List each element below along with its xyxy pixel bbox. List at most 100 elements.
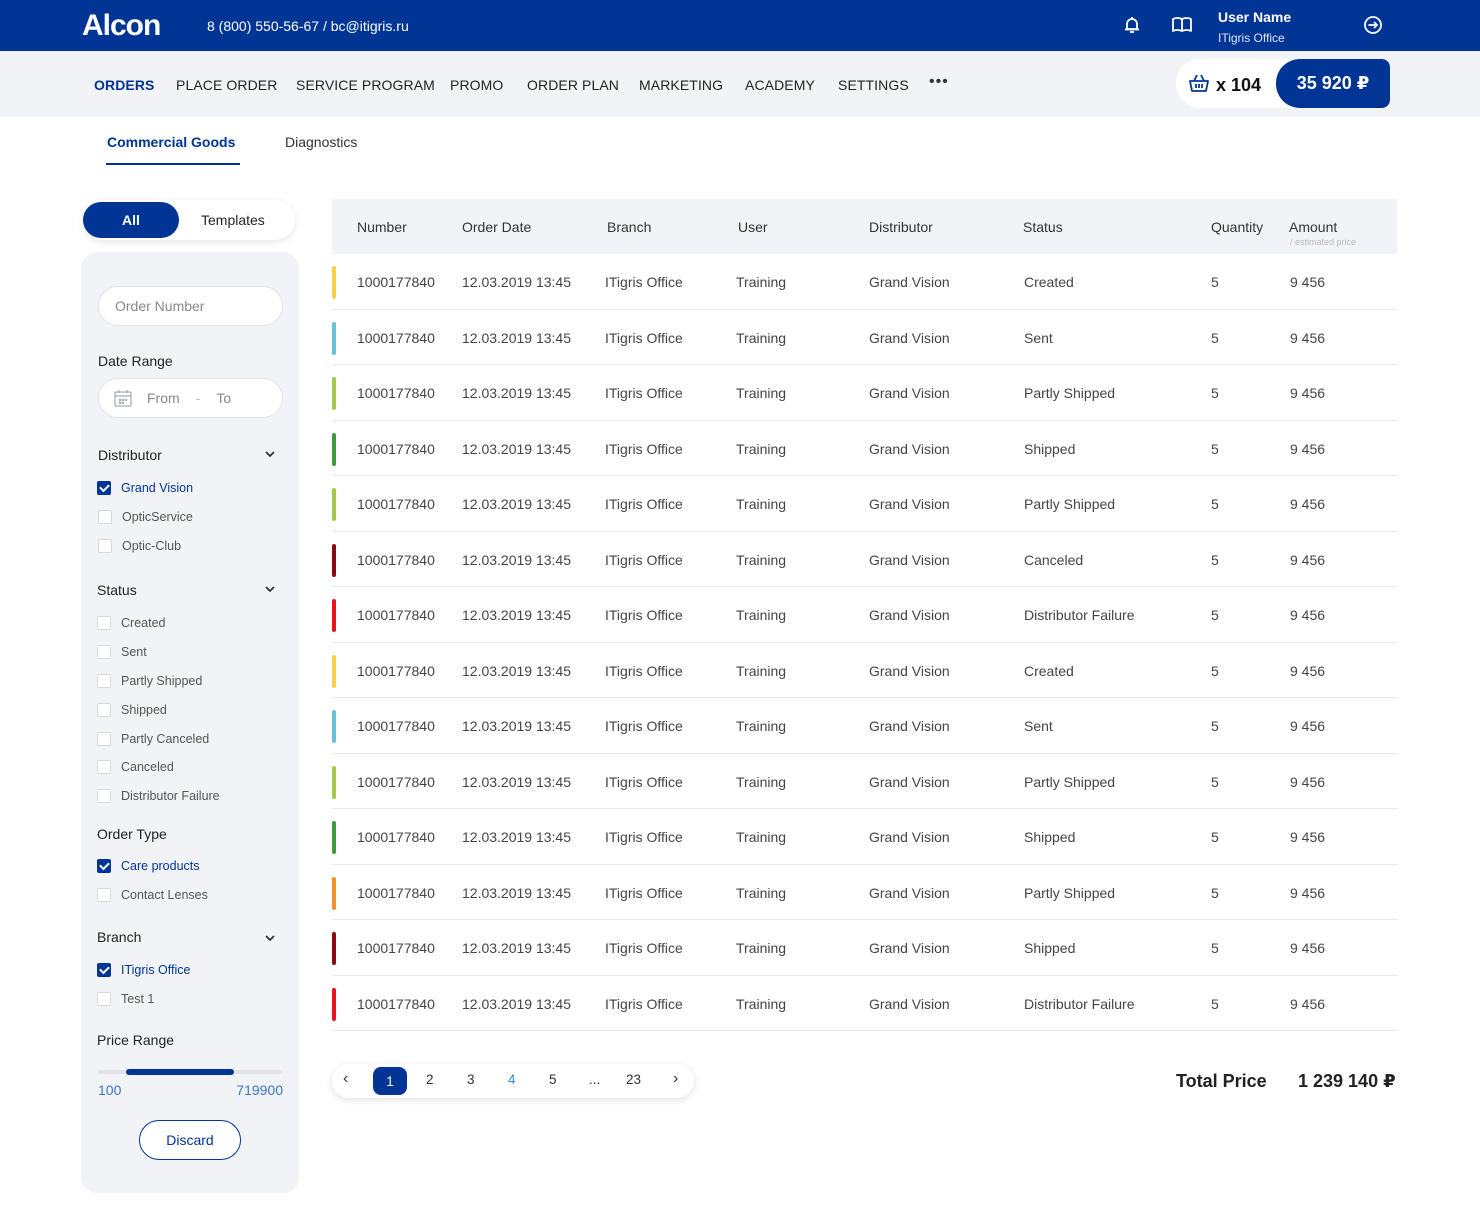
date-to[interactable]: To bbox=[216, 390, 231, 406]
tab-diagnostics[interactable]: Diagnostics bbox=[285, 134, 357, 150]
segment-all[interactable]: All bbox=[83, 202, 179, 238]
date-range-field[interactable]: From - To bbox=[98, 378, 283, 418]
page-1[interactable]: 1 bbox=[373, 1067, 407, 1095]
nav-place-order[interactable]: PLACE ORDER bbox=[176, 77, 277, 93]
next-page-button[interactable]: › bbox=[673, 1070, 678, 1088]
checkbox-checked[interactable] bbox=[97, 859, 111, 873]
page-23[interactable]: 23 bbox=[626, 1072, 641, 1087]
cell-quantity: 5 bbox=[1211, 718, 1219, 734]
distributor-option[interactable]: Grand Vision bbox=[97, 481, 193, 495]
checkbox[interactable] bbox=[97, 789, 111, 803]
header-quantity[interactable]: Quantity bbox=[1211, 219, 1263, 235]
cell-order-date: 12.03.2019 13:45 bbox=[462, 440, 571, 457]
checkbox[interactable] bbox=[97, 888, 111, 902]
header-branch[interactable]: Branch bbox=[607, 219, 651, 235]
header-distributor[interactable]: Distributor bbox=[869, 219, 933, 235]
checkbox[interactable] bbox=[97, 645, 111, 659]
user-name[interactable]: User Name bbox=[1218, 9, 1291, 25]
bell-icon[interactable] bbox=[1121, 14, 1143, 36]
checkbox[interactable] bbox=[97, 674, 111, 688]
chevron-down-icon[interactable] bbox=[264, 932, 276, 947]
page-2[interactable]: 2 bbox=[426, 1072, 434, 1087]
price-range-selected[interactable] bbox=[125, 1069, 235, 1075]
nav-academy[interactable]: ACADEMY bbox=[745, 77, 815, 93]
cell-amount: 9 456 bbox=[1290, 329, 1326, 346]
table-row[interactable]: 1000177840 12.03.2019 13:45 ITigris Office… bbox=[332, 920, 1397, 976]
cell-number: 1000177840 bbox=[357, 440, 435, 457]
checkbox[interactable] bbox=[97, 732, 111, 746]
order-type-option[interactable]: Care products bbox=[97, 859, 200, 873]
more-menu-button[interactable]: ••• bbox=[929, 73, 949, 91]
cart-count[interactable]: x 104 bbox=[1188, 73, 1261, 98]
header-user[interactable]: User bbox=[738, 219, 768, 235]
header-order-date[interactable]: Order Date bbox=[462, 219, 531, 235]
price-range-slider[interactable] bbox=[98, 1069, 282, 1075]
order-number-input[interactable]: Order Number bbox=[98, 286, 283, 326]
cart-widget[interactable]: x 104 35 920 ₽ bbox=[1176, 59, 1390, 108]
book-icon[interactable] bbox=[1171, 14, 1193, 36]
checkbox[interactable] bbox=[98, 539, 112, 553]
checkbox[interactable] bbox=[97, 992, 111, 1006]
status-option[interactable]: Sent bbox=[97, 645, 147, 659]
table-row[interactable]: 1000177840 12.03.2019 13:45 ITigris Office… bbox=[332, 809, 1397, 865]
header-status[interactable]: Status bbox=[1023, 219, 1063, 235]
segment-templates[interactable]: Templates bbox=[201, 212, 265, 228]
status-option[interactable]: Created bbox=[97, 616, 165, 630]
cell-branch: ITigris Office bbox=[605, 607, 683, 623]
table-row[interactable]: 1000177840 12.03.2019 13:45 ITigris Office… bbox=[332, 698, 1397, 754]
table-row[interactable]: 1000177840 12.03.2019 13:45 ITigris Office… bbox=[332, 532, 1397, 587]
alcon-logo[interactable]: Alcon bbox=[82, 9, 161, 43]
order-type-option[interactable]: Contact Lenses bbox=[97, 888, 208, 902]
header-number[interactable]: Number bbox=[357, 219, 407, 235]
nav-order-plan[interactable]: ORDER PLAN bbox=[527, 77, 619, 93]
branch-option[interactable]: ITigris Office bbox=[97, 963, 190, 977]
checkbox[interactable] bbox=[97, 760, 111, 774]
distributor-option[interactable]: OpticService bbox=[98, 510, 193, 524]
distributor-option[interactable]: Optic-Club bbox=[98, 539, 181, 553]
chevron-down-icon[interactable] bbox=[264, 448, 276, 463]
checkbox-checked[interactable] bbox=[97, 963, 111, 977]
table-row[interactable]: 1000177840 12.03.2019 13:45 ITigris Office… bbox=[332, 254, 1397, 310]
checkbox-checked[interactable] bbox=[97, 481, 111, 495]
prev-page-button[interactable]: ‹ bbox=[343, 1070, 348, 1088]
checkbox[interactable] bbox=[98, 510, 112, 524]
status-option[interactable]: Shipped bbox=[97, 703, 167, 717]
nav-orders[interactable]: ORDERS bbox=[94, 77, 155, 93]
nav-promo[interactable]: PROMO bbox=[450, 77, 503, 93]
table-row[interactable]: 1000177840 12.03.2019 13:45 ITigris Office… bbox=[332, 421, 1397, 476]
cell-amount: 9 456 bbox=[1290, 884, 1326, 901]
branch-option[interactable]: Test 1 bbox=[97, 992, 154, 1006]
table-row[interactable]: 1000177840 12.03.2019 13:45 ITigris Office… bbox=[332, 754, 1397, 809]
status-option[interactable]: Distributor Failure bbox=[97, 789, 220, 803]
page-5[interactable]: 5 bbox=[549, 1072, 557, 1087]
page-3[interactable]: 3 bbox=[467, 1072, 475, 1087]
date-separator: - bbox=[195, 390, 201, 406]
checkbox[interactable] bbox=[97, 703, 111, 717]
table-row[interactable]: 1000177840 12.03.2019 13:45 ITigris Office… bbox=[332, 976, 1397, 1031]
table-row[interactable]: 1000177840 12.03.2019 13:45 ITigris Office… bbox=[332, 365, 1397, 421]
status-option[interactable]: Canceled bbox=[97, 760, 174, 774]
status-option[interactable]: Partly Canceled bbox=[97, 732, 209, 746]
nav-service-program[interactable]: SERVICE PROGRAM bbox=[296, 77, 435, 93]
tab-commercial-goods[interactable]: Commercial Goods bbox=[107, 134, 235, 150]
user-office: ITigris Office bbox=[1218, 31, 1285, 45]
table-row[interactable]: 1000177840 12.03.2019 13:45 ITigris Office… bbox=[332, 865, 1397, 920]
status-option[interactable]: Partly Shipped bbox=[97, 674, 202, 688]
header-amount[interactable]: Amount bbox=[1289, 219, 1337, 235]
nav-marketing[interactable]: MARKETING bbox=[639, 77, 723, 93]
cart-total-button[interactable]: 35 920 ₽ bbox=[1276, 59, 1390, 108]
table-row[interactable]: 1000177840 12.03.2019 13:45 ITigris Office… bbox=[332, 587, 1397, 643]
discard-button[interactable]: Discard bbox=[139, 1120, 241, 1160]
date-from[interactable]: From bbox=[147, 390, 180, 406]
date-range-label: Date Range bbox=[98, 353, 173, 369]
total-price-value: 1 239 140 ₽ bbox=[1298, 1071, 1396, 1091]
table-row[interactable]: 1000177840 12.03.2019 13:45 ITigris Office… bbox=[332, 476, 1397, 532]
status-color-indicator bbox=[332, 987, 336, 1021]
page-4[interactable]: 4 bbox=[508, 1072, 516, 1087]
chevron-down-icon[interactable] bbox=[264, 583, 276, 598]
nav-settings[interactable]: SETTINGS bbox=[838, 77, 909, 93]
table-row[interactable]: 1000177840 12.03.2019 13:45 ITigris Office… bbox=[332, 310, 1397, 365]
table-row[interactable]: 1000177840 12.03.2019 13:45 ITigris Office… bbox=[332, 643, 1397, 698]
checkbox[interactable] bbox=[97, 616, 111, 630]
logout-icon[interactable] bbox=[1362, 14, 1384, 36]
